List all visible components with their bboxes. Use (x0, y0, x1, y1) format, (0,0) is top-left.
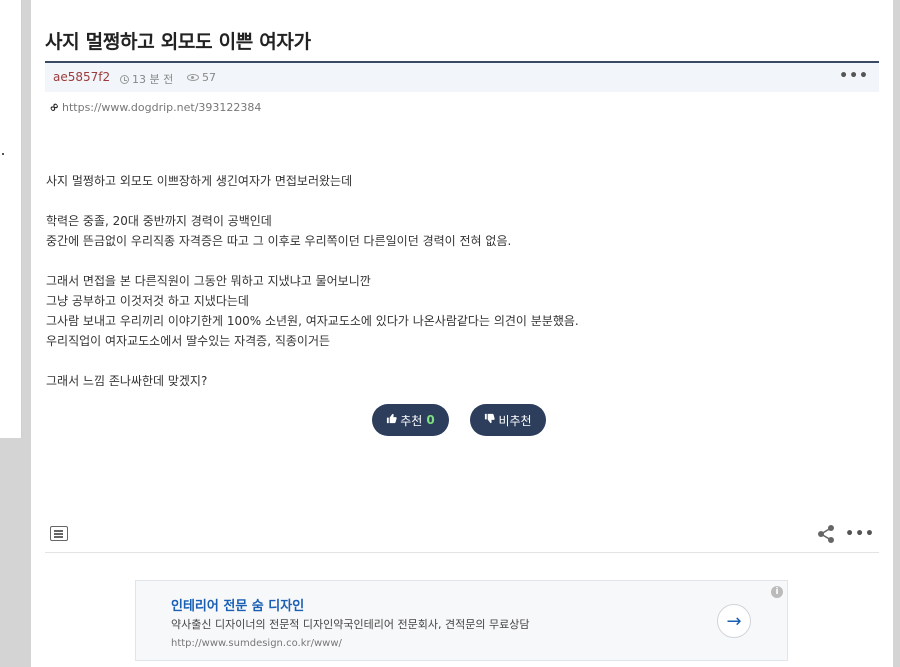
downvote-label: 비추천 (498, 413, 532, 428)
link-icon: ∞ (45, 98, 63, 116)
upvote-count: 0 (426, 413, 435, 427)
scrollbar[interactable] (893, 0, 900, 667)
post-container: 사지 멀쩡하고 외모도 이쁜 여자가 ae5857f2 13 분 전 57 ••… (31, 0, 893, 667)
info-icon[interactable]: i (771, 586, 783, 598)
eye-icon (187, 74, 199, 81)
upvote-button[interactable]: 추천 0 (372, 404, 449, 436)
share-icon[interactable] (817, 524, 835, 544)
body-line: 우리직업이 여자교도소에서 딸수있는 자격증, 직종이거든 (46, 334, 331, 348)
ad-url[interactable]: http://www.sumdesign.co.kr/www/ (171, 638, 342, 649)
left-panel (0, 0, 22, 438)
body-line: 사지 멀쩡하고 외모도 이쁘장하게 생긴여자가 면접보러왔는데 (46, 174, 353, 188)
thumbs-up-icon (386, 413, 397, 427)
body-line (46, 191, 866, 211)
clock-icon (120, 75, 129, 84)
more-icon[interactable]: ••• (839, 68, 869, 84)
upvote-label: 추천 (400, 413, 423, 428)
ad-banner[interactable]: 인테리어 전문 숨 디자인 약사출신 디자이너의 전문적 디자인약국인테리어 전… (135, 580, 788, 661)
post-title: 사지 멀쩡하고 외모도 이쁜 여자가 (45, 31, 311, 53)
panel-dot (2, 153, 4, 155)
ad-title[interactable]: 인테리어 전문 숨 디자인 (171, 595, 304, 614)
body-line (46, 251, 866, 271)
more-icon[interactable]: ••• (845, 526, 875, 542)
list-icon[interactable] (50, 526, 68, 541)
post-body: 사지 멀쩡하고 외모도 이쁘장하게 생긴여자가 면접보러왔는데 학력은 중졸, … (46, 171, 866, 391)
view-count: 57 (187, 71, 216, 84)
post-link[interactable]: ∞https://www.dogdrip.net/393122384 (45, 98, 262, 116)
body-line: 그냥 공부하고 이것저것 하고 지냈다는데 (46, 294, 249, 308)
arrow-right-icon[interactable]: → (717, 604, 751, 638)
body-line: 그래서 느낌 존나싸한데 맞겠지? (46, 374, 208, 388)
time-ago-text: 13 분 전 (132, 73, 174, 86)
body-line: 그래서 면접을 본 다른직원이 그동안 뭐하고 지냈냐고 물어보니깐 (46, 274, 371, 288)
post-meta-bar: ae5857f2 13 분 전 57 ••• (45, 61, 879, 92)
downvote-button[interactable]: 비추천 (470, 404, 546, 436)
body-line: 중간에 뜬금없이 우리직종 자격증은 따고 그 이후로 우리쪽이던 다른일이던 … (46, 234, 512, 248)
post-link-url[interactable]: https://www.dogdrip.net/393122384 (62, 101, 261, 114)
body-line: 그사람 보내고 우리끼리 이야기한게 100% 소년원, 여자교도소에 있다가 … (46, 314, 579, 328)
post-footer: ••• (45, 520, 879, 553)
body-line: 학력은 중졸, 20대 중반까지 경력이 공백인데 (46, 214, 272, 228)
view-count-text: 57 (202, 71, 216, 84)
ad-description: 약사출신 디자이너의 전문적 디자인약국인테리어 전문회사, 견적문의 무료상담 (171, 618, 530, 631)
author-name[interactable]: ae5857f2 (53, 70, 110, 84)
post-time: 13 분 전 (120, 71, 173, 87)
body-line (46, 351, 866, 371)
thumbs-down-icon (484, 413, 496, 427)
